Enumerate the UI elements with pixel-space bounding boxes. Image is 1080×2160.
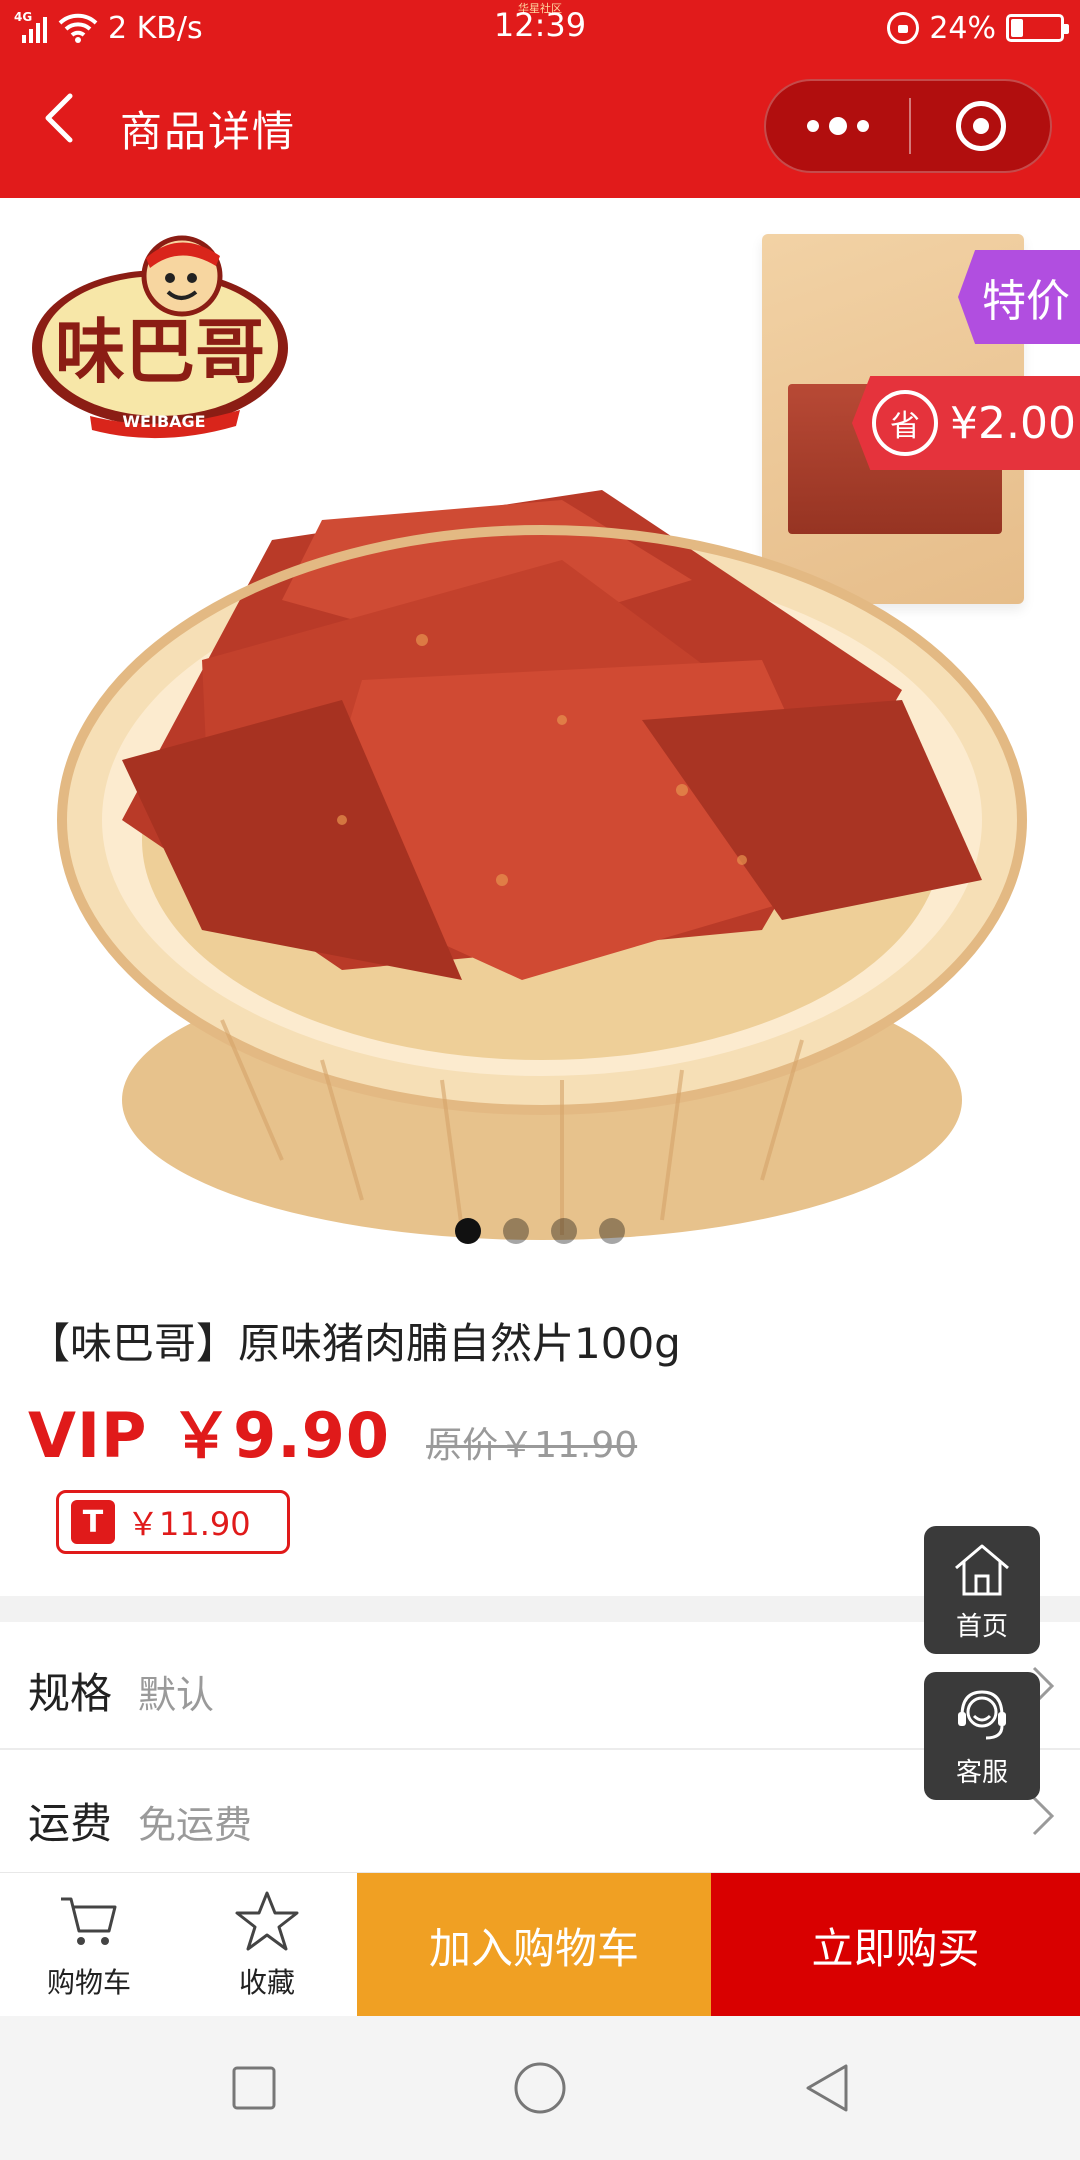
- carousel-dot[interactable]: [455, 1218, 481, 1244]
- svg-text:WEIBAGE: WEIBAGE: [122, 412, 205, 431]
- save-icon: 省: [872, 390, 938, 456]
- price-row: VIP ￥9.90 原价￥11.90: [28, 1385, 637, 1475]
- add-to-cart-button[interactable]: 加入购物车: [357, 1873, 711, 2017]
- system-nav-bar: [0, 2016, 1080, 2160]
- spec-row[interactable]: 规格 默认: [0, 1622, 1080, 1750]
- t-price: ￥11.90: [127, 1505, 251, 1543]
- battery-icon: [1006, 14, 1069, 42]
- carousel-dot[interactable]: [599, 1218, 625, 1244]
- spec-value: 默认: [138, 1673, 215, 1717]
- status-bar: 4G 2 KB/s 华星社区 12:39 24%: [0, 0, 1080, 54]
- status-right: 24%: [887, 8, 1069, 48]
- original-price: 原价￥11.90: [426, 1425, 638, 1466]
- t-price-badge: T ￥11.90: [56, 1490, 290, 1554]
- action-bar: 购物车 收藏 加入购物车 立即购买: [0, 1872, 1080, 2017]
- vip-price: VIP ￥9.90: [28, 1399, 391, 1472]
- favorite-label: 收藏: [238, 1966, 295, 1999]
- float-service-label: 客服: [955, 1757, 1008, 1788]
- headset-icon: [958, 1689, 1006, 1739]
- cart-label: 购物车: [46, 1966, 131, 1999]
- spec-label: 规格: [28, 1669, 113, 1718]
- more-button[interactable]: [766, 81, 909, 171]
- shipping-row[interactable]: 运费 免运费: [0, 1752, 1080, 1880]
- home-icon: [955, 1544, 1009, 1595]
- close-button[interactable]: [911, 81, 1050, 171]
- special-price-tag: 特价: [958, 250, 1080, 344]
- favorite-button[interactable]: 收藏: [178, 1873, 356, 2017]
- target-circle-icon: [955, 101, 1006, 151]
- rotation-lock-icon: [887, 12, 920, 44]
- mini-program-capsule: [764, 79, 1052, 173]
- carousel-dot[interactable]: [503, 1218, 529, 1244]
- back-button[interactable]: [30, 88, 90, 148]
- brand-logo: 味巴哥 WEIBAGE: [30, 228, 310, 448]
- nav-bar: 商品详情: [0, 54, 1080, 198]
- cart-button[interactable]: 购物车: [0, 1873, 178, 2017]
- savings-tag: 省 ¥2.00: [852, 376, 1080, 470]
- star-icon: [235, 1891, 299, 1951]
- home-circle-icon[interactable]: [508, 2056, 572, 2120]
- battery-percent: 24%: [929, 10, 996, 46]
- chevron-right-icon: [1032, 1796, 1055, 1836]
- chevron-left-icon: [45, 93, 73, 143]
- shipping-label: 运费: [28, 1799, 113, 1848]
- t-brand-icon: T: [71, 1500, 115, 1544]
- carousel-indicators: [0, 1218, 1080, 1244]
- product-gallery[interactable]: 味巴哥 WEIBAGE 特价 省 ¥2.00: [0, 198, 1080, 1258]
- section-divider: [0, 1596, 1080, 1622]
- shipping-value: 免运费: [138, 1803, 253, 1847]
- float-home-label: 首页: [955, 1611, 1008, 1642]
- page-title: 商品详情: [120, 107, 297, 156]
- cart-icon: [61, 1897, 117, 1945]
- savings-amount: ¥2.00: [950, 397, 1076, 449]
- carousel-dot[interactable]: [551, 1218, 577, 1244]
- svg-text:味巴哥: 味巴哥: [55, 311, 265, 393]
- recent-apps-icon[interactable]: [222, 2056, 286, 2120]
- back-triangle-icon[interactable]: [796, 2056, 860, 2120]
- float-home-button[interactable]: 首页: [924, 1526, 1040, 1654]
- float-service-button[interactable]: 客服: [924, 1672, 1040, 1800]
- buy-now-button[interactable]: 立即购买: [711, 1873, 1080, 2017]
- product-photo: [57, 490, 1027, 1240]
- product-title: 【味巴哥】原味猪肉脯自然片100g: [28, 1319, 681, 1368]
